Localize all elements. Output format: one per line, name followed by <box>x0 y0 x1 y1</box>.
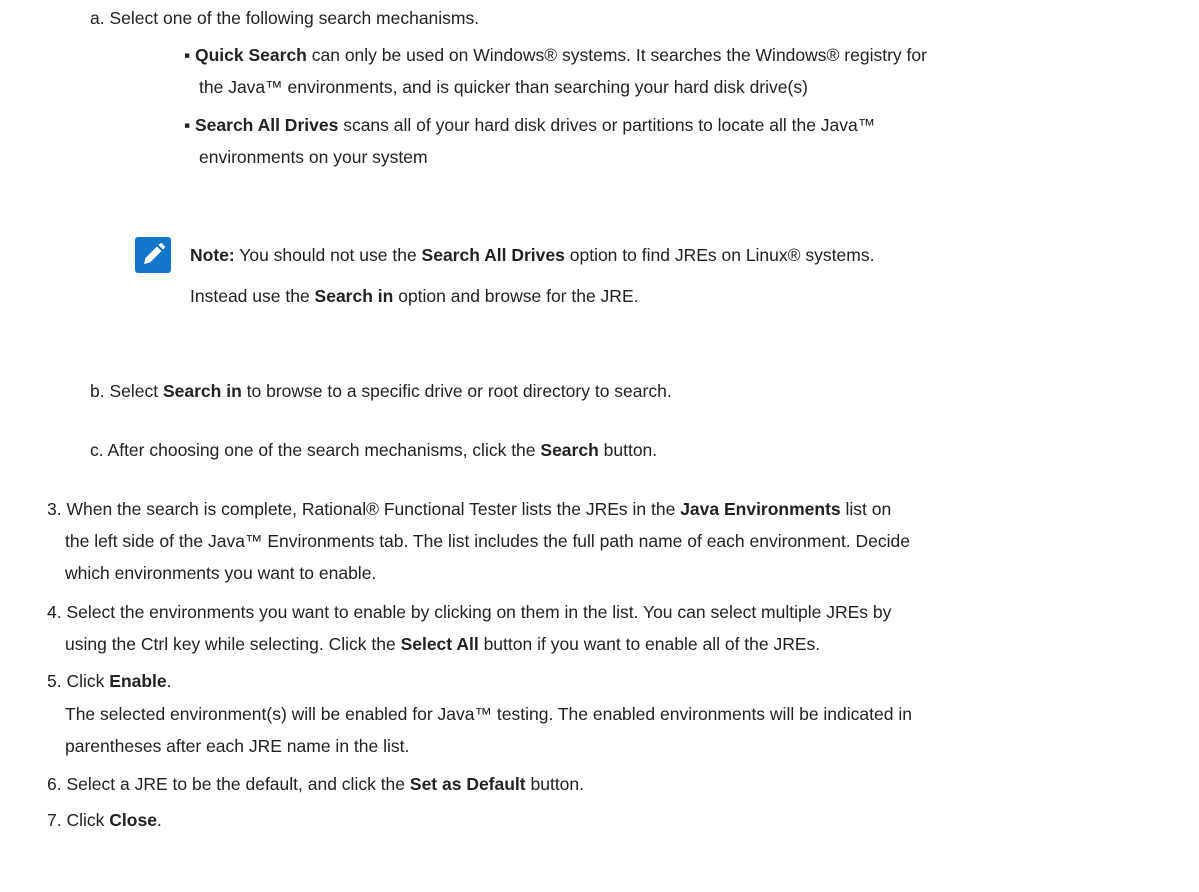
step-marker: 5. <box>47 671 62 691</box>
step-5: 5. Click Enable. <box>47 669 172 693</box>
step-text: button. <box>525 774 585 794</box>
step-term: Close <box>109 810 157 830</box>
substep-marker: a. <box>90 8 105 28</box>
step-text: When the search is complete, Rational® F… <box>66 499 681 519</box>
note-text: Instead use the <box>190 286 315 306</box>
step-4-line-2: using the Ctrl key while selecting. Clic… <box>65 632 820 656</box>
substep-text: Select <box>109 381 163 401</box>
bullet-icon: ▪ <box>184 45 191 65</box>
step-term: Select All <box>400 634 479 654</box>
note-line-2: Instead use the Search in option and bro… <box>190 284 638 308</box>
substep-term: Search in <box>162 381 242 401</box>
step-text: button if you want to enable all of the … <box>478 634 821 654</box>
step-term: Java Environments <box>680 499 841 519</box>
option-text: scans all of your hard disk drives or pa… <box>338 115 876 135</box>
step-5-line-3: parentheses after each JRE name in the l… <box>65 736 410 756</box>
step-5-line-2: The selected environment(s) will be enab… <box>65 704 912 724</box>
substep-text: Select one of the following search mecha… <box>109 8 480 28</box>
step-text: Select the environments you want to enab… <box>66 602 892 622</box>
option-search-all-drives-cont: environments on your system <box>199 147 428 167</box>
bullet-icon: ▪ <box>184 115 191 135</box>
step-3-line-3: which environments you want to enable. <box>65 563 377 583</box>
substep-text: After choosing one of the search mechani… <box>107 440 541 460</box>
substep-a: a. Select one of the following search me… <box>90 6 479 30</box>
step-7: 7. Click Close. <box>47 808 162 832</box>
option-term: Quick Search <box>195 45 307 65</box>
substep-c: c. After choosing one of the search mech… <box>90 438 657 462</box>
note-text: option and browse for the JRE. <box>393 286 639 306</box>
pencil-icon <box>135 237 171 273</box>
step-text: Click <box>66 810 110 830</box>
step-marker: 3. <box>47 499 62 519</box>
step-marker: 4. <box>47 602 62 622</box>
substep-text: to browse to a specific drive or root di… <box>241 381 672 401</box>
step-text: . <box>156 810 162 830</box>
substep-term: Search <box>540 440 599 460</box>
substep-marker: b. <box>90 381 105 401</box>
option-term: Search All Drives <box>195 115 339 135</box>
step-text: . <box>166 671 172 691</box>
step-4: 4. Select the environments you want to e… <box>47 600 891 624</box>
option-search-all-drives: ▪ Search All Drives scans all of your har… <box>184 113 875 137</box>
step-3: 3. When the search is complete, Rational… <box>47 497 891 521</box>
substep-b: b. Select Search in to browse to a speci… <box>90 379 672 403</box>
note-term: Search in <box>314 286 394 306</box>
option-quick-search-cont: the Java™ environments, and is quicker t… <box>199 77 808 97</box>
step-text: Click <box>66 671 110 691</box>
substep-marker: c. <box>90 440 104 460</box>
step-text: Select a JRE to be the default, and clic… <box>66 774 410 794</box>
note-text: You should not use the <box>234 245 422 265</box>
substep-text: button. <box>598 440 658 460</box>
step-marker: 7. <box>47 810 62 830</box>
step-term: Enable <box>109 671 167 691</box>
step-3-line-2: the left side of the Java™ Environments … <box>65 531 911 551</box>
note-term: Search All Drives <box>421 245 565 265</box>
step-text: list on <box>840 499 892 519</box>
note-text: option to find JREs on Linux® systems. <box>564 245 875 265</box>
step-term: Set as Default <box>409 774 526 794</box>
option-quick-search: ▪ Quick Search can only be used on Window… <box>184 43 927 67</box>
note-line-1: Note: You should not use the Search All … <box>190 243 874 267</box>
step-text: using the Ctrl key while selecting. Clic… <box>65 634 401 654</box>
option-text: can only be used on Windows® systems. It… <box>306 45 927 65</box>
step-marker: 6. <box>47 774 62 794</box>
note-label: Note: <box>190 245 235 265</box>
step-6: 6. Select a JRE to be the default, and c… <box>47 772 584 796</box>
